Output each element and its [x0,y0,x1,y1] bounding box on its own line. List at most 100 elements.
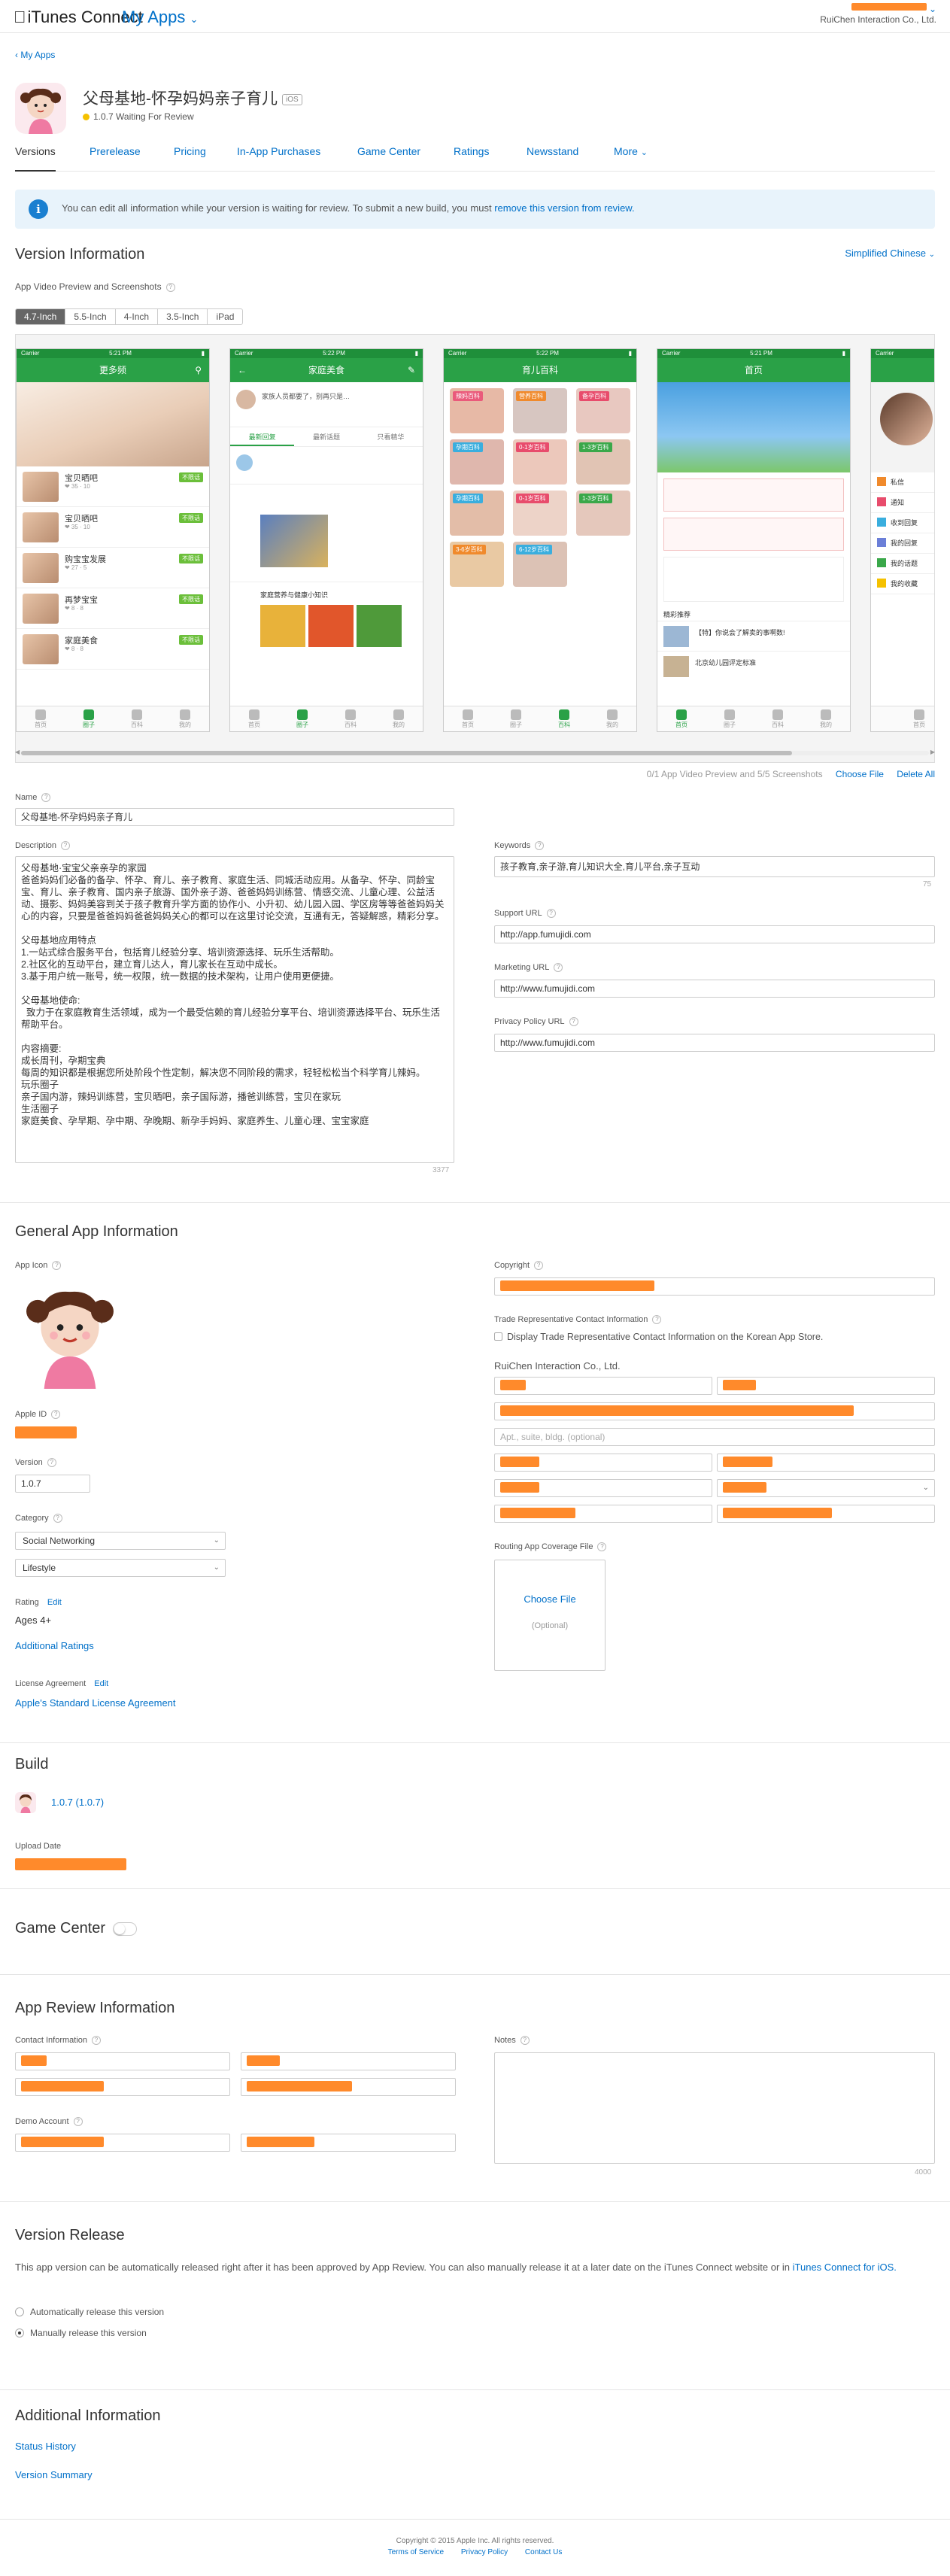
name-field[interactable]: 父母基地-怀孕妈妈亲子育儿 [15,808,454,826]
contact-last-name[interactable] [717,1377,935,1395]
notes-field[interactable] [494,2052,935,2164]
city-field[interactable] [494,1454,712,1472]
tab-ratings[interactable]: Ratings [454,141,489,172]
scroll-left-icon[interactable]: ◀ [15,749,20,755]
device-tab-5-5[interactable]: 5.5-Inch [65,309,116,324]
delete-all-link[interactable]: Delete All [897,769,935,779]
help-icon[interactable]: ? [92,2036,101,2045]
breadcrumb-my-apps[interactable]: My Apps [20,50,55,60]
my-apps-menu[interactable]: My Apps ⌄ [122,8,198,27]
review-phone[interactable] [15,2078,230,2096]
nav-bar: 育儿百科 [444,358,636,382]
tabbar-circle: 圈子 [278,706,326,731]
remove-from-review-link[interactable]: remove this version from review. [494,202,634,214]
help-icon[interactable]: ? [546,909,556,918]
auto-release-radio[interactable] [15,2307,24,2316]
terms-link[interactable]: Terms of Service [388,2548,444,2556]
additional-ratings-link[interactable]: Additional Ratings [15,1640,94,1651]
privacy-url-field[interactable]: http://www.fumujidi.com [494,1034,935,1052]
tab-newsstand[interactable]: Newsstand [527,141,578,172]
device-tab-3-5[interactable]: 3.5-Inch [158,309,208,324]
license-agreement-link[interactable]: Apple's Standard License Agreement [15,1697,176,1709]
description-field[interactable]: 父母基地·宝宝父亲亲孕的家园 爸爸妈妈们必备的备孕、怀孕、育儿、亲子教育、家庭生… [15,856,454,1163]
contact-link[interactable]: Contact Us [525,2548,562,2556]
breadcrumb[interactable]: ‹ My Apps [15,50,55,60]
status-history-link[interactable]: Status History [15,2441,76,2452]
help-icon[interactable]: ? [597,1542,607,1551]
large-app-icon[interactable] [15,1279,125,1389]
keywords-field[interactable]: 孩子教育,亲子游,育儿知识大全,育儿平台,亲子互动 [494,856,935,877]
language-selector[interactable]: Simplified Chinese ⌄ [845,248,935,259]
game-center-toggle[interactable] [113,1921,138,1936]
scroll-right-icon[interactable]: ▶ [930,749,935,755]
manual-release-radio[interactable] [15,2328,24,2338]
demo-username[interactable] [15,2134,230,2152]
phone-field[interactable] [494,1505,712,1523]
version-field[interactable]: 1.0.7 [15,1475,90,1493]
demo-password[interactable] [241,2134,456,2152]
marketing-url-field[interactable]: http://www.fumujidi.com [494,980,935,998]
help-icon[interactable]: ? [652,1315,662,1324]
routing-file-dropzone[interactable]: Choose File (Optional) [494,1560,606,1671]
device-tab-ipad[interactable]: iPad [208,309,242,324]
help-icon[interactable]: ? [41,793,51,802]
scroll-thumb[interactable] [21,751,792,755]
tab-pricing[interactable]: Pricing [174,141,206,172]
tab-more[interactable]: More ⌄ [614,141,648,172]
auto-release-option[interactable]: Automatically release this version [15,2307,164,2317]
routing-choose-file[interactable]: Choose File [495,1593,605,1605]
build-app-icon [15,1792,36,1813]
help-icon[interactable]: ? [52,1261,62,1270]
trade-rep-option[interactable]: Display Trade Representative Contact Inf… [494,1332,823,1342]
help-icon[interactable]: ? [47,1458,56,1467]
help-icon[interactable]: ? [61,841,71,850]
license-edit-link[interactable]: Edit [94,1679,108,1688]
screenshot-5[interactable]: Carrier 私信 通知 收到回复 我的回复 我的话题 我的收藏 首页 圈子 [870,348,934,732]
review-first-name[interactable] [15,2052,230,2070]
review-last-name[interactable] [241,2052,456,2070]
help-icon[interactable]: ? [51,1410,61,1419]
device-tab-4-7[interactable]: 4.7-Inch [16,309,66,324]
secondary-category-select[interactable]: Lifestyle ⌄ [15,1559,226,1577]
tabbar-home: 首页 [444,706,492,731]
tab-versions[interactable]: Versions [15,141,56,172]
help-icon[interactable]: ? [165,283,175,292]
build-version-link[interactable]: 1.0.7 (1.0.7) [51,1797,104,1808]
help-icon[interactable]: ? [554,963,563,972]
screenshot-2[interactable]: Carrier 5:22 PM ▮ ← 家庭美食 ✎ 家族人员都要了，别再只是… 最新回… [229,348,423,732]
help-icon[interactable]: ? [569,1017,578,1026]
choose-file-link[interactable]: Choose File [836,769,884,779]
country-select[interactable]: ⌄ [717,1479,935,1497]
help-icon[interactable]: ? [520,2036,530,2045]
version-summary-link[interactable]: Version Summary [15,2469,93,2480]
email-field[interactable] [717,1505,935,1523]
itunes-connect-ios-link[interactable]: iTunes Connect for iOS. [793,2262,897,2273]
rating-edit-link[interactable]: Edit [47,1598,62,1607]
help-icon[interactable]: ? [534,1261,544,1270]
copyright-field[interactable] [494,1277,935,1296]
device-tab-4[interactable]: 4-Inch [116,309,159,324]
address-line-1[interactable] [494,1402,935,1420]
tab-game-center[interactable]: Game Center [357,141,420,172]
tab-prerelease[interactable]: Prerelease [90,141,141,172]
screenshot-1[interactable]: Carrier 5:21 PM ▮ 更多频 ⚲ 宝贝晒吧 ❤ 35 · 10 不限话 宝贝… [16,348,210,732]
tab-in-app-purchases[interactable]: In-App Purchases [237,141,320,172]
support-url-field[interactable]: http://app.fumujidi.com [494,925,935,943]
address-line-2[interactable]: Apt., suite, bldg. (optional) [494,1428,935,1446]
manual-release-option[interactable]: Manually release this version [15,2328,147,2338]
help-icon[interactable]: ? [535,841,545,850]
primary-category-select[interactable]: Social Networking ⌄ [15,1532,226,1550]
help-icon[interactable]: ? [53,1514,62,1523]
trade-rep-checkbox[interactable] [494,1332,502,1341]
state-field[interactable] [717,1454,935,1472]
contact-first-name[interactable] [494,1377,712,1395]
help-icon[interactable]: ? [73,2117,83,2126]
postal-code-field[interactable] [494,1479,712,1497]
screenshot-4[interactable]: Carrier 5:21 PM ▮ 首页 精彩推荐 【特】你说会了解卖的事啊数! 北… [657,348,851,732]
review-email[interactable] [241,2078,456,2096]
privacy-link[interactable]: Privacy Policy [461,2548,508,2556]
screenshots-scrollbar[interactable]: ◀ ▶ [15,749,935,758]
account-menu[interactable]: ⌄ RuiChen Interaction Co., Ltd. [820,3,936,25]
redacted-value [21,2137,104,2147]
screenshot-3[interactable]: Carrier 5:22 PM ▮ 育儿百科 辣妈百科 营养百科 备孕百科 孕期百科… [443,348,637,732]
